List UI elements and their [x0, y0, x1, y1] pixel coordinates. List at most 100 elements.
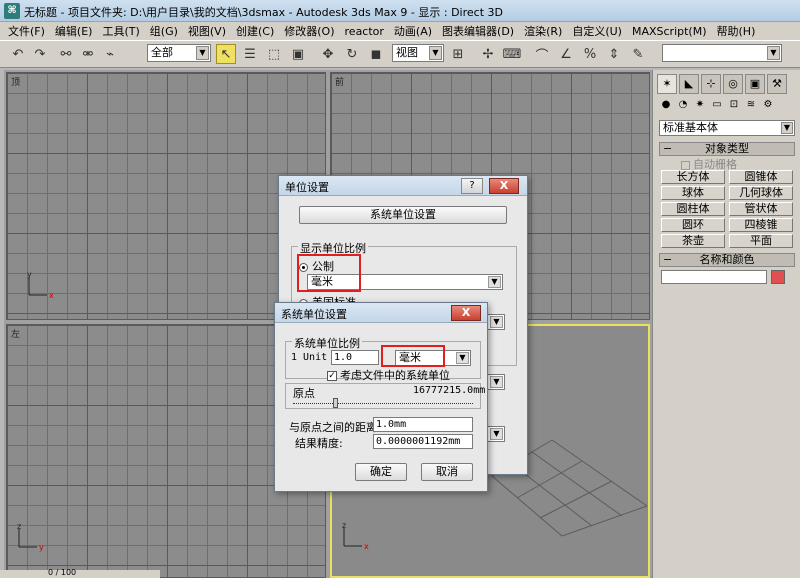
- close-button[interactable]: X: [451, 305, 481, 321]
- motion-tab-icon[interactable]: ◎: [723, 74, 743, 94]
- shapes-icon[interactable]: ◔: [676, 98, 690, 112]
- system-unit-setup-button[interactable]: 系统单位设置: [299, 206, 507, 224]
- close-button[interactable]: X: [489, 178, 519, 194]
- select-object-icon[interactable]: ↖: [216, 44, 236, 64]
- teapot-button[interactable]: 茶壶: [661, 234, 725, 248]
- origin-slider-track[interactable]: [293, 403, 473, 404]
- name-color-rollout[interactable]: − 名称和颜色: [659, 253, 795, 267]
- torus-button[interactable]: 圆环: [661, 218, 725, 232]
- percent-snap-icon[interactable]: %: [580, 44, 600, 64]
- precision-value: 0.0000001192mm: [373, 434, 473, 449]
- menu-tools[interactable]: 工具(T): [102, 23, 139, 39]
- pyramid-button[interactable]: 四棱锥: [729, 218, 793, 232]
- menu-maxscript[interactable]: MAXScript(M): [632, 25, 707, 38]
- window-crossing-icon[interactable]: ▣: [288, 44, 308, 64]
- box-button[interactable]: 长方体: [661, 170, 725, 184]
- helpers-icon[interactable]: ⊡: [727, 98, 741, 112]
- chevron-down-icon: ▼: [767, 46, 780, 60]
- link-icon[interactable]: ⚯: [56, 44, 76, 64]
- chevron-down-icon: ▼: [196, 46, 209, 60]
- chevron-down-icon: ▼: [490, 376, 503, 388]
- spinner-snap-icon[interactable]: ⇕: [604, 44, 624, 64]
- checkbox-icon: [681, 160, 690, 170]
- reference-coord-dropdown[interactable]: 视图 ▼: [392, 44, 444, 62]
- svg-text:x: x: [364, 542, 369, 551]
- origin-slider-handle[interactable]: [332, 398, 338, 408]
- axis-gizmo-icon: y x: [27, 271, 54, 300]
- object-category-dropdown[interactable]: 标准基本体 ▼: [659, 120, 795, 136]
- respect-system-units-checkbox[interactable]: ✓ 考虑文件中的系统单位: [327, 367, 450, 383]
- cameras-icon[interactable]: ▭: [710, 98, 724, 112]
- undo-icon[interactable]: ↶: [8, 44, 28, 64]
- cylinder-button[interactable]: 圆柱体: [661, 202, 725, 216]
- geosphere-button[interactable]: 几何球体: [729, 186, 793, 200]
- bind-spacewarp-icon[interactable]: ⌁: [100, 44, 120, 64]
- viewport-label[interactable]: 顶: [11, 75, 20, 88]
- menu-customize[interactable]: 自定义(U): [572, 23, 622, 39]
- move-icon[interactable]: ✥: [318, 44, 338, 64]
- menu-help[interactable]: 帮助(H): [717, 23, 756, 39]
- menu-create[interactable]: 创建(C): [236, 23, 274, 39]
- redo-icon[interactable]: ↷: [30, 44, 50, 64]
- viewport-label[interactable]: 左: [11, 327, 20, 340]
- menu-graph-editors[interactable]: 图表编辑器(D): [442, 23, 514, 39]
- named-selection-dropdown[interactable]: ▼: [662, 44, 782, 62]
- lights-icon[interactable]: ✷: [693, 98, 707, 112]
- time-slider[interactable]: 0 / 100: [0, 568, 160, 578]
- menu-group[interactable]: 组(G): [150, 23, 178, 39]
- plane-button[interactable]: 平面: [729, 234, 793, 248]
- highlight-box: [297, 254, 361, 292]
- dialog-title-bar: 单位设置 ? X: [279, 176, 527, 196]
- distance-input[interactable]: 1.0mm: [373, 417, 473, 432]
- modify-tab-icon[interactable]: ◣: [679, 74, 699, 94]
- unlink-icon[interactable]: ⚮: [78, 44, 98, 64]
- menu-animation[interactable]: 动画(A): [394, 23, 432, 39]
- menu-file[interactable]: 文件(F): [8, 23, 45, 39]
- menu-reactor[interactable]: reactor: [345, 25, 384, 38]
- menu-rendering[interactable]: 渲染(R): [524, 23, 562, 39]
- geometry-icon[interactable]: ●: [659, 98, 673, 112]
- keyboard-shortcut-icon[interactable]: ⌨: [502, 44, 522, 64]
- ok-button[interactable]: 确定: [355, 463, 407, 481]
- scale-icon[interactable]: ◼: [366, 44, 386, 64]
- viewport-label[interactable]: 前: [335, 75, 344, 88]
- menu-views[interactable]: 视图(V): [188, 23, 226, 39]
- object-type-buttons: 长方体 圆锥体 球体 几何球体 圆柱体 管状体 圆环 四棱锥 茶壶 平面: [661, 170, 793, 248]
- cone-button[interactable]: 圆锥体: [729, 170, 793, 184]
- object-name-input[interactable]: [661, 270, 767, 284]
- svg-text:y: y: [39, 543, 44, 552]
- axis-gizmo-icon: z y: [17, 523, 44, 552]
- menu-edit[interactable]: 编辑(E): [55, 23, 93, 39]
- hierarchy-tab-icon[interactable]: ⊹: [701, 74, 721, 94]
- object-type-rollout[interactable]: − 对象类型: [659, 142, 795, 156]
- cancel-button[interactable]: 取消: [421, 463, 473, 481]
- collapse-icon: −: [663, 253, 673, 266]
- help-button[interactable]: ?: [461, 178, 483, 194]
- precision-label: 结果精度:: [295, 437, 343, 450]
- angle-snap-icon[interactable]: ∠: [556, 44, 576, 64]
- group-label: 系统单位比例: [292, 335, 362, 351]
- spacewarps-icon[interactable]: ≋: [744, 98, 758, 112]
- edit-named-selection-icon[interactable]: ✎: [628, 44, 648, 64]
- checkmark-icon: ✓: [327, 371, 337, 381]
- create-tab-icon[interactable]: ✶: [657, 74, 677, 94]
- sphere-button[interactable]: 球体: [661, 186, 725, 200]
- chevron-down-icon: ▼: [490, 428, 503, 440]
- rotate-icon[interactable]: ↻: [342, 44, 362, 64]
- selection-filter-dropdown[interactable]: 全部 ▼: [147, 44, 211, 62]
- object-color-swatch[interactable]: [771, 270, 785, 284]
- unit-value-input[interactable]: 1.0: [331, 350, 379, 365]
- select-manipulate-icon[interactable]: ✢: [478, 44, 498, 64]
- snap-toggle-icon[interactable]: ⌒: [532, 44, 552, 64]
- select-by-name-icon[interactable]: ☰: [240, 44, 260, 64]
- tube-button[interactable]: 管状体: [729, 202, 793, 216]
- pivot-center-icon[interactable]: ⊞: [448, 44, 468, 64]
- systems-icon[interactable]: ⚙: [761, 98, 775, 112]
- display-tab-icon[interactable]: ▣: [745, 74, 765, 94]
- command-panel: ✶ ◣ ⊹ ◎ ▣ ⚒ ● ◔ ✷ ▭ ⊡ ≋ ⚙ 标准基本体 ▼ − 对象类型…: [652, 70, 800, 578]
- utilities-tab-icon[interactable]: ⚒: [767, 74, 787, 94]
- command-panel-tabs: ✶ ◣ ⊹ ◎ ▣ ⚒: [657, 74, 797, 94]
- 3dsmax-icon[interactable]: ⌘: [4, 3, 20, 19]
- rect-selection-icon[interactable]: ⬚: [264, 44, 284, 64]
- menu-modifiers[interactable]: 修改器(O): [284, 23, 334, 39]
